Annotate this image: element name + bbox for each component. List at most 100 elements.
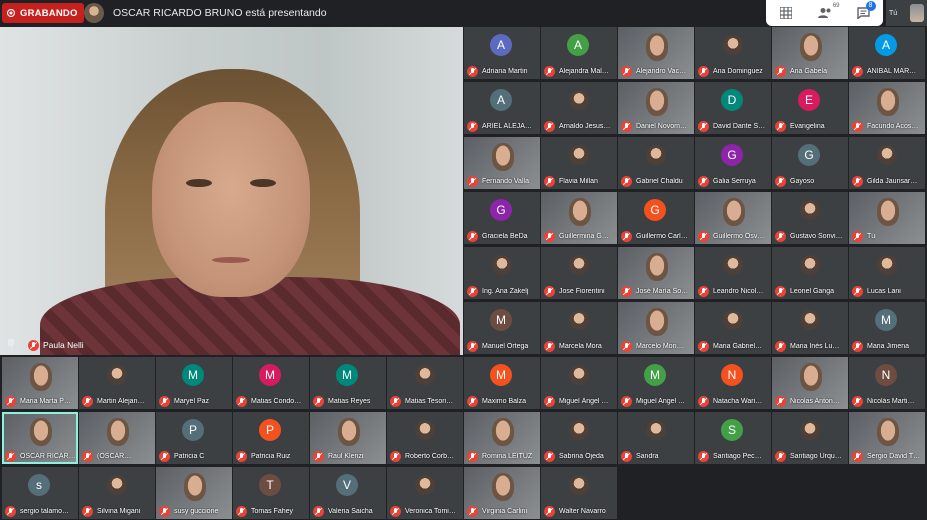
participant-tile[interactable]: G Graciela BeDa <box>464 192 540 244</box>
participant-tile[interactable]: Marcelo Mon… <box>618 302 694 354</box>
avatar-initial: A <box>875 34 897 56</box>
participant-tile[interactable]: S Santiago Pec… <box>695 412 771 464</box>
participant-tile[interactable]: Guillermina G… <box>541 192 617 244</box>
mic-muted-icon <box>544 396 555 407</box>
mic-muted-icon <box>390 506 401 517</box>
participant-tile[interactable]: N Nicolás Marti… <box>849 357 925 409</box>
participant-tile[interactable]: Marcela Mora <box>541 302 617 354</box>
participant-tile[interactable]: Lucas Lani <box>849 247 925 299</box>
participant-tile[interactable]: Gilda Jaunsar… <box>849 137 925 189</box>
avatar-photo <box>800 310 820 330</box>
participant-tile[interactable]: Guillermo Osv… <box>695 192 771 244</box>
participant-label: Alejandra Mal… <box>544 66 616 77</box>
participant-tile[interactable]: A Adriana Martin <box>464 27 540 79</box>
participant-tile[interactable]: G Galia Serruya <box>695 137 771 189</box>
pin-icon[interactable] <box>6 339 16 351</box>
avatar-initial: G <box>798 144 820 166</box>
participant-tile[interactable]: Maria Marta P… <box>2 357 78 409</box>
participant-name: Guillermo Carl… <box>636 233 688 240</box>
participant-tile[interactable]: D David Dante S… <box>695 82 771 134</box>
participant-tile[interactable]: Daniel Novom… <box>618 82 694 134</box>
participant-label: Arnaldo Jesus… <box>544 121 616 132</box>
participant-tile[interactable]: M Maximo Balza <box>464 357 540 409</box>
grid-layout-button[interactable] <box>774 3 798 23</box>
participant-tile[interactable]: Tú <box>849 192 925 244</box>
participant-tile[interactable]: Arnaldo Jesus… <box>541 82 617 134</box>
participant-tile[interactable]: M Miguel Angel … <box>618 357 694 409</box>
participant-tile[interactable]: P Patricia Ruiz <box>233 412 309 464</box>
participant-tile[interactable]: Walter Navarro <box>541 467 617 519</box>
participant-tile[interactable]: (OSCAR… <box>79 412 155 464</box>
participant-tile[interactable]: s sergio talamo… <box>2 467 78 519</box>
participant-tile[interactable]: A ARIEL ALEJA… <box>464 82 540 134</box>
participant-label: Natacha Wari… <box>698 396 770 407</box>
participant-tile[interactable]: N Natacha Wari… <box>695 357 771 409</box>
participant-tile[interactable]: V Valeria Saicha <box>310 467 386 519</box>
participants-button[interactable]: 69 <box>813 3 840 23</box>
participant-tile[interactable]: Fernando Valla <box>464 137 540 189</box>
participant-tile[interactable]: Roberto Corb… <box>387 412 463 464</box>
participant-tile[interactable]: Santiago Urqu… <box>772 412 848 464</box>
participant-tile[interactable]: Veronica Tomi… <box>387 467 463 519</box>
participant-tile[interactable]: M Maria Jimena <box>849 302 925 354</box>
participant-tile[interactable]: José María So… <box>618 247 694 299</box>
mic-muted-icon <box>313 451 324 462</box>
participant-tile[interactable]: Sandra <box>618 412 694 464</box>
participant-label: Martin Alejan… <box>82 396 154 407</box>
participant-label: ANIBAL MAR… <box>852 66 924 77</box>
participant-label: Miguel Angel … <box>621 396 693 407</box>
self-preview[interactable]: Tú <box>886 0 927 26</box>
participant-tile[interactable]: Sergio David T… <box>849 412 925 464</box>
participant-name: Fernando Valla <box>482 178 529 185</box>
participant-tile[interactable]: Sabrina Ojeda <box>541 412 617 464</box>
participant-tile[interactable]: Matias Tesori… <box>387 357 463 409</box>
mic-muted-icon <box>852 341 863 352</box>
participant-tile[interactable]: susy guccione <box>156 467 232 519</box>
participant-tile[interactable]: A ANIBAL MAR… <box>849 27 925 79</box>
avatar-photo <box>723 310 743 330</box>
participant-tile[interactable]: Facundo Acos… <box>849 82 925 134</box>
participant-tile[interactable]: Ana Dominguez <box>695 27 771 79</box>
participant-tile[interactable]: A Alejandra Mal… <box>541 27 617 79</box>
participant-tile[interactable]: Ana Gabela <box>772 27 848 79</box>
participant-name: Miguel Angel … <box>636 398 686 405</box>
participant-tile[interactable]: Maria Inés Lu… <box>772 302 848 354</box>
participant-tile[interactable]: Leonel Ganga <box>772 247 848 299</box>
participant-tile[interactable]: Martin Alejan… <box>79 357 155 409</box>
participant-tile[interactable]: OSCAR RICAR… <box>2 412 78 464</box>
participant-tile[interactable]: M Manuel Ortega <box>464 302 540 354</box>
main-speaker-video[interactable]: Paula Nelli <box>0 27 463 355</box>
mic-muted-icon <box>544 451 555 462</box>
avatar-photo <box>800 200 820 220</box>
participant-video <box>569 198 591 226</box>
participant-tile[interactable]: T Tomas Fahey <box>233 467 309 519</box>
chat-button[interactable]: 8 <box>852 1 876 23</box>
participant-tile[interactable]: Gabriel Chaldu <box>618 137 694 189</box>
participant-tile[interactable]: Flavia Millan <box>541 137 617 189</box>
participant-tile[interactable]: M Maryel Paz <box>156 357 232 409</box>
participant-tile[interactable]: Virginia Carlini <box>464 467 540 519</box>
mic-muted-icon <box>852 66 863 77</box>
participant-tile[interactable]: Romina LEITUZ <box>464 412 540 464</box>
participant-name: Marcelo Mon… <box>636 343 684 350</box>
mic-muted-icon <box>698 396 709 407</box>
participant-tile[interactable]: Maria Gabriel… <box>695 302 771 354</box>
participant-tile[interactable]: Nicolas Anton… <box>772 357 848 409</box>
participant-tile[interactable]: Miguel Ángel … <box>541 357 617 409</box>
participant-tile[interactable]: Alejandro Vac… <box>618 27 694 79</box>
participant-name: Leonel Ganga <box>790 288 834 295</box>
participant-tile[interactable]: Raul Klenzi <box>310 412 386 464</box>
participant-tile[interactable]: Ing. Ana Zakelj <box>464 247 540 299</box>
participant-tile[interactable]: G Gayoso <box>772 137 848 189</box>
participant-tile[interactable]: E Evangelina <box>772 82 848 134</box>
participant-tile[interactable]: M Matias Condo… <box>233 357 309 409</box>
participant-tile[interactable]: Leandro Nicol… <box>695 247 771 299</box>
participant-tile[interactable]: P Patricia C <box>156 412 232 464</box>
participant-name: Matias Tesori… <box>405 398 454 405</box>
avatar-photo <box>107 475 127 495</box>
participant-tile[interactable]: M Matias Reyes <box>310 357 386 409</box>
participant-tile[interactable]: Silvina Migani <box>79 467 155 519</box>
participant-tile[interactable]: Jose Fiorentini <box>541 247 617 299</box>
participant-tile[interactable]: Gustavo Sonvi… <box>772 192 848 244</box>
participant-tile[interactable]: G Guillermo Carl… <box>618 192 694 244</box>
